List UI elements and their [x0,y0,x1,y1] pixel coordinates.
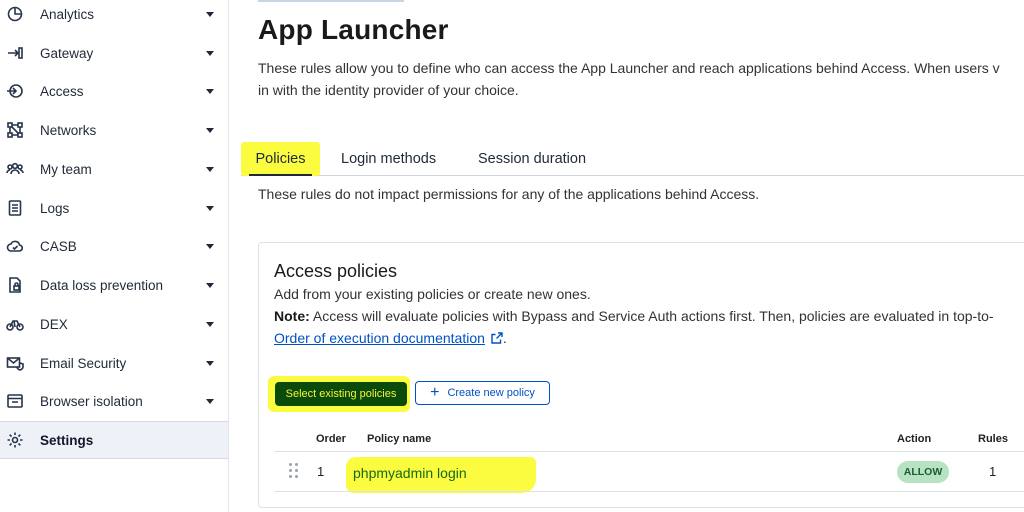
sidebar-item-label: Browser isolation [40,393,143,409]
sidebar-item-email-security[interactable]: Email Security [0,344,228,382]
page-title: App Launcher [258,14,449,45]
sidebar-item-label: Analytics [40,6,95,22]
card-link-line: Order of execution documentation. [274,330,507,346]
sidebar-item-browser-isolation[interactable]: Browser isolation [0,382,228,420]
page-description-line: in with the identity provider of your ch… [258,82,519,98]
sidebar-item-dex[interactable]: DEX [0,305,228,343]
page-description-line: These rules allow you to define who can … [258,60,1000,76]
chevron-down-icon[interactable] [206,398,214,404]
policy-order: 1 [317,464,325,479]
chevron-down-icon[interactable] [206,127,214,133]
sidebar-item-label: DEX [40,316,68,332]
logs-icon [6,199,24,217]
team-icon [6,160,24,178]
sidebar-item-label: CASB [40,238,77,254]
casb-icon [6,237,24,255]
sidebar-item-label: Access [40,83,84,99]
chevron-down-icon[interactable] [206,321,214,327]
sidebar-item-logs[interactable]: Logs [0,189,228,227]
link-suffix: . [502,330,507,346]
sidebar-item-analytics[interactable]: Analytics [0,0,228,33]
sidebar-item-my-team[interactable]: My team [0,150,228,188]
dlp-icon [6,276,24,294]
tab-session-duration[interactable]: Session duration [478,142,586,176]
tab-bar: Policies Login methods Session duration [241,142,1024,176]
main-content: App Launcher These rules allow you to de… [229,0,1024,512]
drag-handle-icon[interactable] [289,463,299,479]
note-text: Access will evaluate policies with Bypas… [309,308,994,324]
create-new-policy-button[interactable]: + Create new policy [415,381,550,405]
status-badge: ALLOW [897,461,949,483]
chevron-down-icon[interactable] [206,282,214,288]
dex-icon [6,315,24,333]
chevron-down-icon[interactable] [206,166,214,172]
page-description: These rules allow you to define who can … [258,57,1024,101]
access-policies-card: Access policies Add from your existing p… [258,242,1024,508]
execution-order-docs-link[interactable]: Order of execution documentation [274,330,485,346]
sidebar-item-access[interactable]: Access [0,72,228,110]
tab-description: These rules do not impact permissions fo… [258,186,760,202]
card-note: Note: Access will evaluate policies with… [274,308,994,324]
analytics-icon [6,5,24,23]
email-security-icon [6,354,24,372]
card-subtitle: Add from your existing policies or creat… [274,286,591,302]
sidebar-item-label: Gateway [40,45,94,61]
table-row-divider [274,491,1024,492]
sidebar-item-settings[interactable]: Settings [0,421,228,459]
sidebar-item-label: Logs [40,200,70,216]
chevron-down-icon[interactable] [206,88,214,94]
policy-name-link[interactable]: phpmyadmin login [353,465,467,481]
chevron-down-icon[interactable] [206,11,214,17]
create-new-policy-label: Create new policy [447,387,535,399]
sidebar-item-label: Email Security [40,355,127,371]
tab-policies[interactable]: Policies [241,142,320,176]
table-header-divider [274,451,1024,452]
external-link-icon [491,331,503,344]
chevron-down-icon[interactable] [206,205,214,211]
gear-icon [6,431,24,449]
sidebar-item-label: Networks [40,122,97,138]
sidebar: Analytics Gateway Access Networks My tea… [0,0,229,512]
card-title: Access policies [274,261,398,281]
access-icon [6,82,24,100]
plus-icon: + [430,384,440,401]
column-header-order[interactable]: Order [316,433,346,445]
sidebar-item-data-loss-prevention[interactable]: Data loss prevention [0,266,228,304]
select-existing-policies-button[interactable]: Select existing policies [275,382,407,406]
column-header-policy-name[interactable]: Policy name [367,433,431,445]
sidebar-item-label: Data loss prevention [40,277,164,293]
note-label: Note: [274,308,310,324]
policy-rules-count: 1 [989,464,997,479]
column-header-rules[interactable]: Rules [978,433,1008,445]
sidebar-item-networks[interactable]: Networks [0,111,228,149]
sidebar-item-gateway[interactable]: Gateway [0,34,228,72]
top-divider [258,0,404,2]
networks-icon [6,121,24,139]
sidebar-item-casb[interactable]: CASB [0,227,228,265]
sidebar-item-label: Settings [40,432,94,448]
sidebar-item-label: My team [40,161,92,177]
column-header-action[interactable]: Action [897,433,931,445]
browser-isolation-icon [6,392,24,410]
gateway-icon [6,44,24,62]
chevron-down-icon[interactable] [206,243,214,249]
chevron-down-icon[interactable] [206,50,214,56]
tab-login-methods[interactable]: Login methods [341,142,436,176]
chevron-down-icon[interactable] [206,360,214,366]
